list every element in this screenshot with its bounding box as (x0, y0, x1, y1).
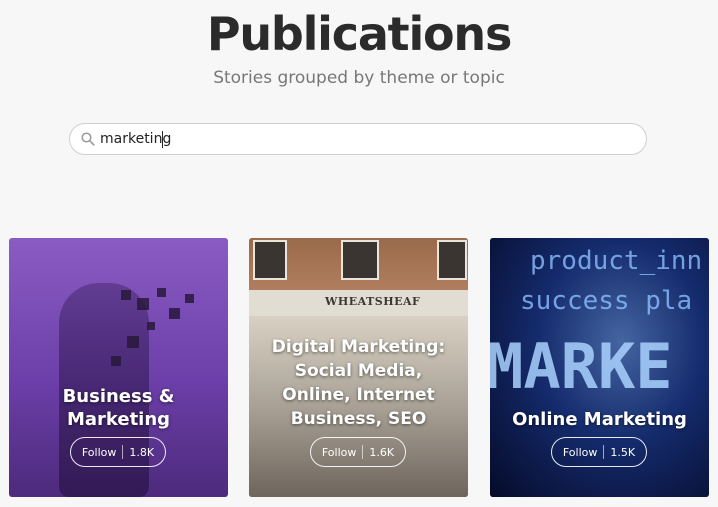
puzzle-piece-image (147, 322, 155, 330)
window-image (437, 240, 467, 280)
publication-card-digital-marketing[interactable]: WHEATSHEAF Digital Marketing: Social Med… (249, 238, 468, 497)
screen-text-image: success pla (520, 286, 693, 316)
follow-button[interactable]: Follow 1.5K (551, 437, 647, 467)
card-title[interactable]: Digital Marketing: Social Media, Online,… (257, 335, 460, 431)
puzzle-piece-image (157, 288, 166, 297)
publication-card-online-marketing[interactable]: product_inn success pla MARKE Online Mar… (490, 238, 709, 497)
puzzle-piece-image (127, 336, 139, 348)
follow-label: Follow (562, 445, 598, 459)
follower-count: 1.6K (369, 445, 395, 459)
search-input[interactable] (100, 128, 630, 150)
follower-count: 1.5K (610, 445, 636, 459)
screen-text-image: product_inn (530, 246, 703, 276)
card-title[interactable]: Business & Marketing (17, 385, 220, 431)
follow-button[interactable]: Follow 1.6K (310, 437, 406, 467)
window-image (253, 240, 287, 280)
follow-button[interactable]: Follow 1.8K (70, 437, 166, 467)
puzzle-piece-image (121, 290, 131, 300)
puzzle-piece-image (137, 298, 149, 310)
puzzle-piece-image (111, 356, 121, 366)
follow-label: Follow (321, 445, 357, 459)
search-icon (81, 132, 95, 146)
page-subtitle: Stories grouped by theme or topic (213, 68, 505, 88)
screen-text-image: MARKE (490, 330, 673, 403)
search-box[interactable] (69, 123, 647, 155)
shop-sign-text: WHEATSHEAF (325, 295, 421, 308)
card-title[interactable]: Online Marketing (498, 408, 701, 431)
follow-label: Follow (81, 445, 117, 459)
page-title: Publications (206, 7, 513, 61)
publication-card-business-marketing[interactable]: Business & Marketing Follow 1.8K (9, 238, 228, 497)
puzzle-piece-image (185, 294, 194, 303)
puzzle-piece-image (169, 308, 180, 319)
window-image (341, 240, 379, 280)
text-cursor (162, 131, 163, 148)
follower-count: 1.8K (129, 445, 155, 459)
